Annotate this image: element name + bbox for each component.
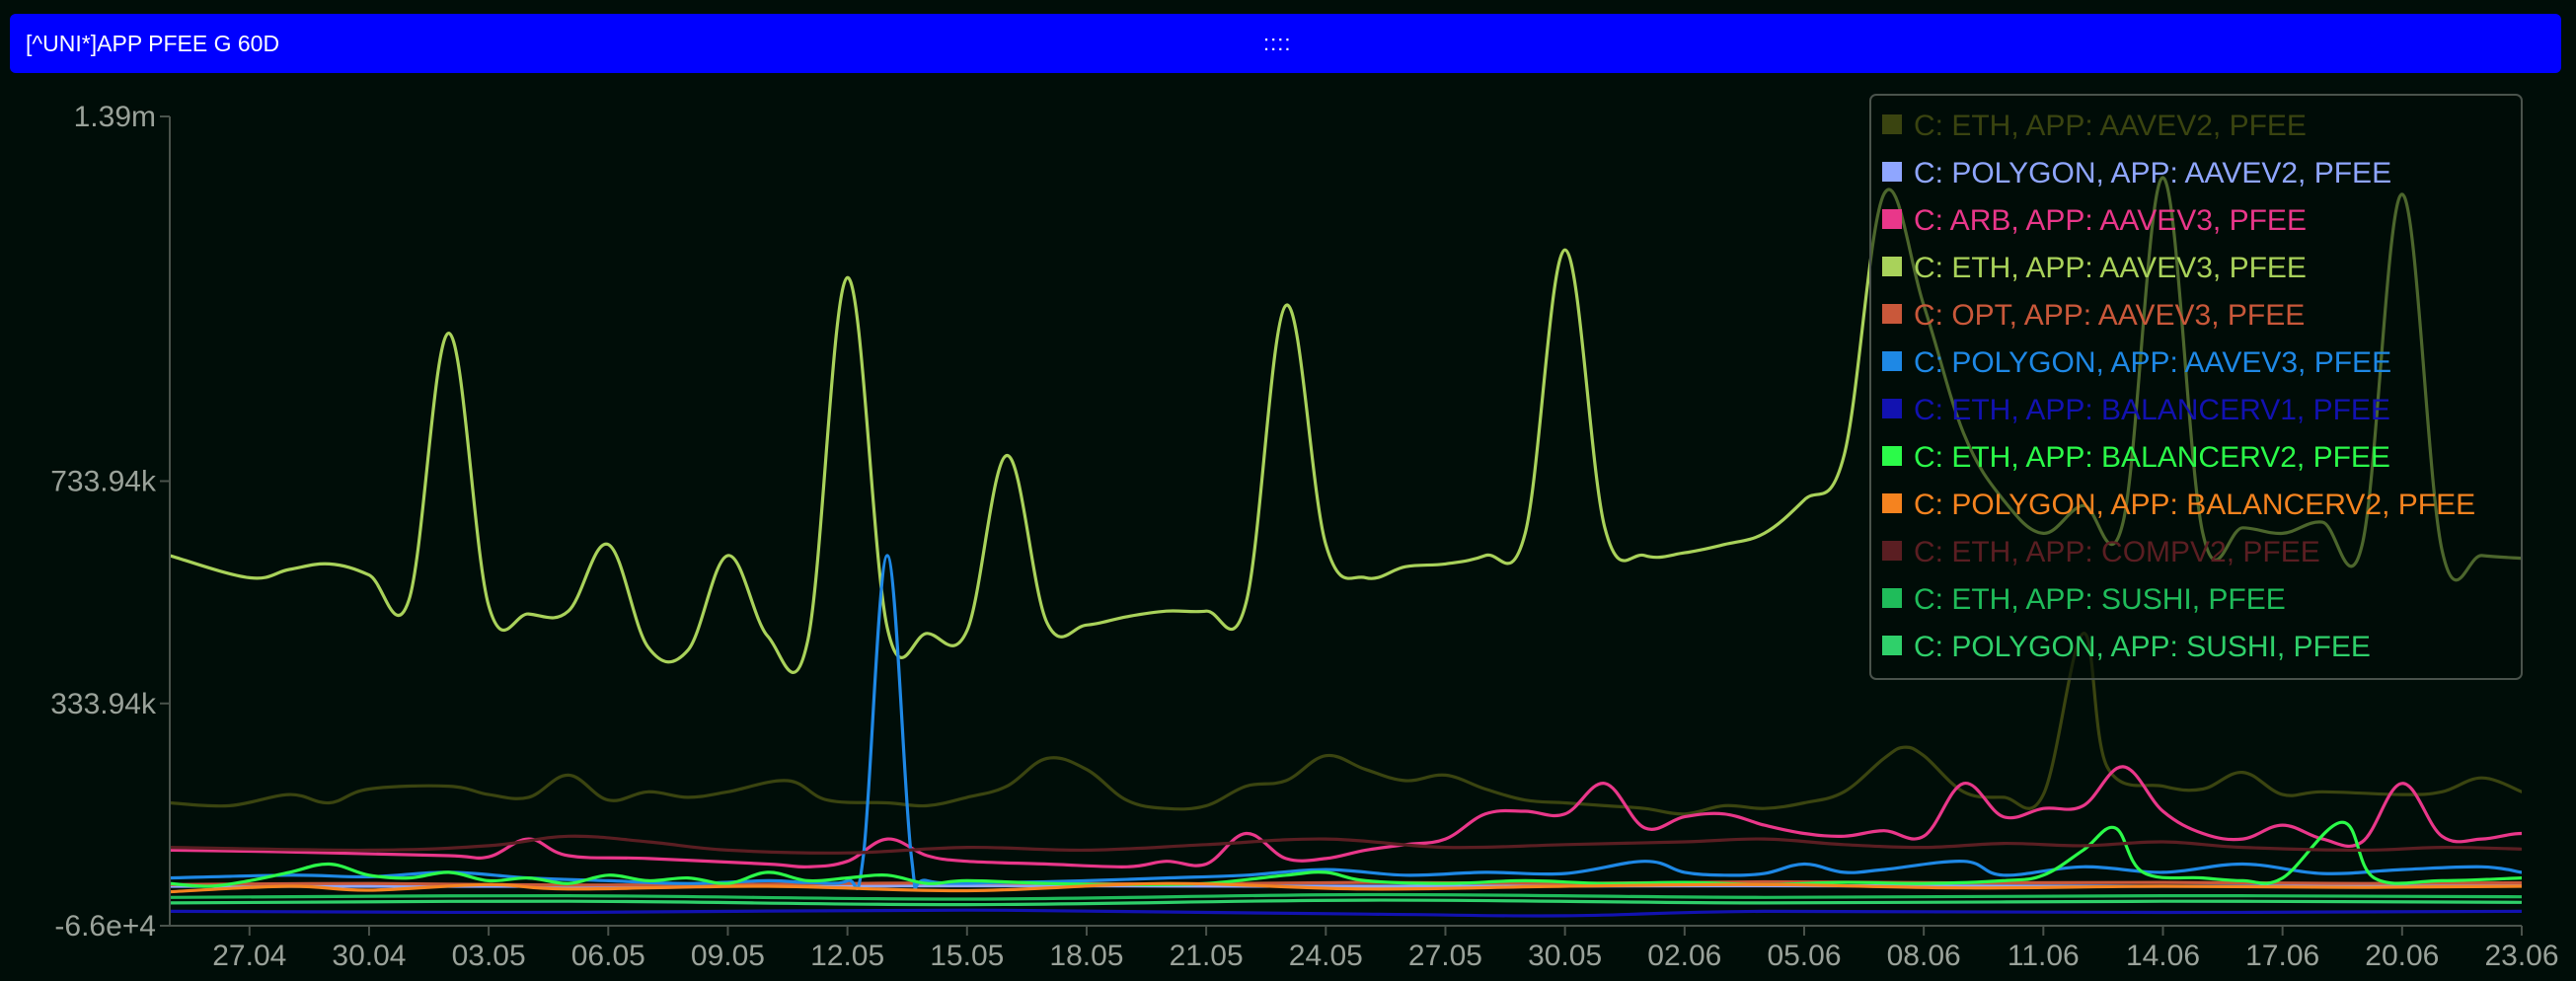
legend-swatch-8 bbox=[1882, 493, 1902, 513]
x-tick-label: 30.05 bbox=[1528, 940, 1602, 972]
x-tick-label: 18.05 bbox=[1049, 940, 1123, 972]
legend-swatch-7 bbox=[1882, 446, 1902, 466]
x-tick-label: 09.05 bbox=[691, 940, 765, 972]
x-tick-label: 24.05 bbox=[1289, 940, 1363, 972]
legend-item-11[interactable]: C: POLYGON, APP: SUSHI, PFEE bbox=[1914, 631, 2371, 663]
series-line-11 bbox=[170, 898, 2522, 907]
x-tick-label: 23.06 bbox=[2484, 940, 2558, 972]
chart-legend: C: ETH, APP: AAVEV2, PFEE C: POLYGON, APP… bbox=[1869, 94, 2523, 680]
legend-item-6[interactable]: C: ETH, APP: BALANCERV1, PFEE bbox=[1914, 394, 2390, 426]
legend-swatch-6 bbox=[1882, 399, 1902, 418]
legend-item-8[interactable]: C: POLYGON, APP: BALANCERV2, PFEE bbox=[1914, 489, 2475, 521]
y-tick-label: -6.6e+4 bbox=[54, 910, 156, 943]
legend-swatch-10 bbox=[1882, 588, 1902, 608]
y-tick-label: 733.94k bbox=[50, 465, 157, 497]
x-tick-label: 05.06 bbox=[1767, 940, 1841, 972]
series-line-6 bbox=[170, 908, 2522, 918]
x-tick-label: 27.04 bbox=[212, 940, 286, 972]
legend-item-5[interactable]: C: POLYGON, APP: AAVEV3, PFEE bbox=[1914, 346, 2391, 379]
legend-item-4[interactable]: C: OPT, APP: AAVEV3, PFEE bbox=[1914, 299, 2305, 332]
legend-swatch-1 bbox=[1882, 162, 1902, 182]
y-tick-label: 1.39m bbox=[74, 101, 156, 133]
legend-swatch-3 bbox=[1882, 257, 1902, 276]
x-tick-label: 02.06 bbox=[1647, 940, 1721, 972]
legend-swatch-5 bbox=[1882, 351, 1902, 371]
legend-item-1[interactable]: C: POLYGON, APP: AAVEV2, PFEE bbox=[1914, 157, 2391, 189]
legend-swatch-0 bbox=[1882, 114, 1902, 134]
legend-item-7[interactable]: C: ETH, APP: BALANCERV2, PFEE bbox=[1914, 441, 2390, 474]
x-tick-label: 06.05 bbox=[571, 940, 645, 972]
x-tick-label: 27.05 bbox=[1408, 940, 1482, 972]
legend-item-10[interactable]: C: ETH, APP: SUSHI, PFEE bbox=[1914, 583, 2286, 616]
x-tick-label: 12.05 bbox=[810, 940, 884, 972]
x-tick-label: 30.04 bbox=[332, 940, 406, 972]
series-line-2 bbox=[170, 765, 2522, 868]
x-tick-label: 21.05 bbox=[1170, 940, 1244, 972]
legend-item-3[interactable]: C: ETH, APP: AAVEV3, PFEE bbox=[1914, 252, 2307, 284]
legend-item-9[interactable]: C: ETH, APP: COMPV2, PFEE bbox=[1914, 536, 2320, 568]
legend-swatch-2 bbox=[1882, 209, 1902, 229]
x-tick-label: 20.06 bbox=[2365, 940, 2439, 972]
legend-swatch-4 bbox=[1882, 304, 1902, 324]
x-tick-label: 08.06 bbox=[1887, 940, 1961, 972]
x-tick-label: 15.05 bbox=[930, 940, 1004, 972]
x-tick-label: 17.06 bbox=[2245, 940, 2319, 972]
x-tick-label: 14.06 bbox=[2126, 940, 2200, 972]
x-tick-label: 11.06 bbox=[2008, 940, 2080, 972]
legend-swatch-9 bbox=[1882, 541, 1902, 561]
line-chart: 1.39m 733.94k 333.94k -6.6e+4 27.04 30.04 03.0… bbox=[50, 94, 2559, 972]
legend-item-2[interactable]: C: ARB, APP: AAVEV3, PFEE bbox=[1914, 204, 2307, 237]
series-line-10 bbox=[170, 892, 2522, 901]
x-tick-label: 03.05 bbox=[452, 940, 526, 972]
legend-item-0[interactable]: C: ETH, APP: AAVEV2, PFEE bbox=[1914, 110, 2307, 142]
y-tick-label: 333.94k bbox=[50, 688, 157, 720]
legend-swatch-11 bbox=[1882, 636, 1902, 655]
